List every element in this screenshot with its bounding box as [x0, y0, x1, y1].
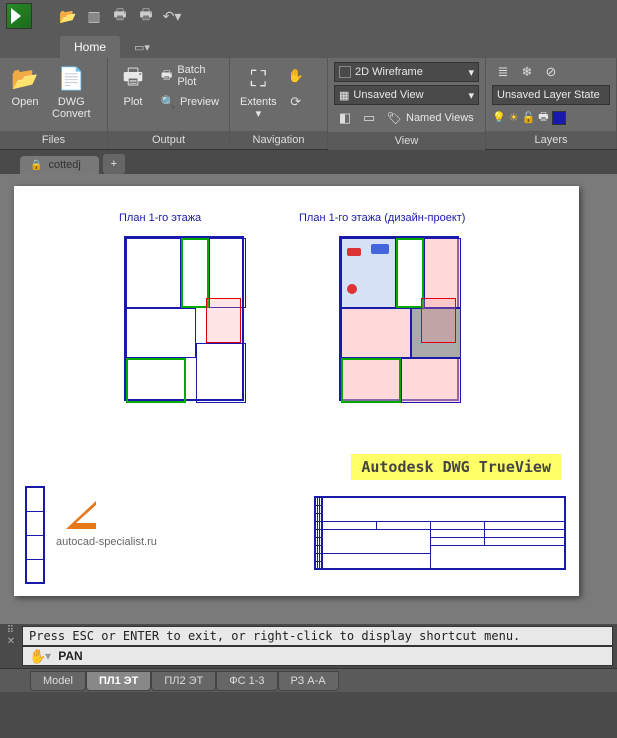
tab-home[interactable]: Home: [60, 36, 120, 58]
dwg-convert-label: DWG Convert: [52, 96, 91, 120]
command-area: ⠿✕ Press ESC or ENTER to exit, or right-…: [0, 624, 617, 668]
open-label: Open: [12, 96, 39, 108]
command-input[interactable]: ✋ ▾ PAN: [22, 646, 613, 666]
view-front-icon[interactable]: ▭: [358, 108, 380, 128]
layer-props-icon[interactable]: ≣: [492, 62, 514, 82]
command-current: PAN: [58, 649, 82, 663]
wireframe-icon: [339, 66, 351, 78]
document-icon: 📄: [56, 64, 86, 94]
pan-icon[interactable]: ✋: [285, 66, 307, 86]
bulb-on-icon[interactable]: 💡: [492, 111, 506, 124]
layout-tab-model[interactable]: Model: [30, 671, 86, 691]
new-tab-button[interactable]: +: [103, 154, 125, 174]
floor-plan-2: [339, 236, 459, 401]
panel-output-label: Output: [108, 131, 229, 149]
folder-open-icon: 📂: [10, 64, 40, 94]
preview-label: Preview: [180, 96, 219, 108]
panel-output: 🖶 Plot 🖶 Batch Plot 🔍 Preview Output: [108, 58, 230, 149]
named-views-button[interactable]: 🏷 Named Views: [382, 108, 479, 128]
site-logo: [66, 501, 96, 529]
panel-layers-label: Layers: [486, 131, 616, 149]
view-cube-icon[interactable]: ◧: [334, 108, 356, 128]
layout-tab-rz[interactable]: РЗ А-А: [278, 671, 339, 691]
lock-icon: 🔒: [30, 160, 42, 171]
layer-freeze-icon[interactable]: ❄: [516, 62, 538, 82]
layout-tab-strip: Model ПЛ1 ЭТ ПЛ2 ЭТ ФС 1-3 РЗ А-А: [0, 668, 617, 692]
lock-open-icon[interactable]: 🔓: [522, 111, 536, 124]
panel-navigation-label: Navigation: [230, 131, 327, 149]
title-block: [314, 496, 566, 570]
open-button[interactable]: 📂 Open: [6, 62, 44, 110]
panel-view: 2D Wireframe ▾ ▦ Unsaved View ▾ ◧ ▭ 🏷 Named…: [328, 58, 486, 149]
sun-icon[interactable]: ☀: [509, 111, 519, 124]
ribbon: 📂 Open 📄 DWG Convert Files 🖶 Plot 🖶 Batc…: [0, 58, 617, 150]
document-tab-label: cottedj: [48, 159, 80, 171]
site-url: autocad-specialist.ru: [56, 536, 157, 548]
command-hint: Press ESC or ENTER to exit, or right-cli…: [22, 626, 613, 646]
view-icon: ▦: [339, 89, 349, 102]
batch-quick-icon[interactable]: 🖶: [134, 4, 158, 28]
visual-style-dropdown[interactable]: 2D Wireframe ▾: [334, 62, 479, 82]
sheet-icon[interactable]: ▥: [82, 4, 106, 28]
layout-tab-fs[interactable]: ФС 1-3: [216, 671, 277, 691]
tab-add-icon[interactable]: ▭▾: [120, 37, 164, 58]
plot-button[interactable]: 🖶 Plot: [114, 62, 152, 110]
document-tab[interactable]: 🔒 cottedj: [20, 156, 99, 174]
panel-view-label: View: [328, 132, 485, 150]
pan-hand-icon: ✋: [29, 648, 45, 665]
plan1-title: План 1-го этажа: [119, 212, 201, 224]
open-folder-icon[interactable]: 📂: [56, 4, 80, 28]
layout-tab-pl1[interactable]: ПЛ1 ЭТ: [86, 671, 151, 691]
layer-off-icon[interactable]: ⊘: [540, 62, 562, 82]
app-logo-icon[interactable]: [6, 3, 32, 29]
plot-quick-icon[interactable]: 🖶: [108, 4, 132, 28]
panel-navigation: ⛶ Extents▾ ✋ ⟳ Navigation: [230, 58, 328, 149]
quick-access-toolbar: 📂 ▥ 🖶 🖶 ↶▾: [0, 0, 617, 32]
undo-icon[interactable]: ↶▾: [160, 4, 184, 28]
dwg-convert-button[interactable]: 📄 DWG Convert: [48, 62, 95, 122]
batch-plot-label: Batch Plot: [177, 64, 219, 88]
extents-button[interactable]: ⛶ Extents▾: [236, 62, 281, 122]
document-tab-strip: 🔒 cottedj +: [0, 150, 617, 174]
side-block: [25, 486, 45, 584]
plan2-title: План 1-го этажа (дизайн-проект): [299, 212, 465, 224]
layout-tab-pl2[interactable]: ПЛ2 ЭТ: [151, 671, 216, 691]
batch-plot-icon: 🖶: [160, 68, 173, 84]
chevron-down-icon: ▾: [468, 66, 474, 79]
saved-view-dropdown[interactable]: ▦ Unsaved View ▾: [334, 85, 479, 105]
preview-button[interactable]: 🔍 Preview: [156, 92, 223, 112]
chevron-down-icon: ▾: [468, 89, 474, 102]
plot-layer-icon[interactable]: 🖶: [538, 108, 548, 127]
visual-style-value: 2D Wireframe: [355, 66, 423, 78]
orbit-icon[interactable]: ⟳: [285, 92, 307, 112]
layer-color-swatch[interactable]: [552, 111, 566, 125]
drawing-workspace[interactable]: План 1-го этажа План 1-го этажа (дизайн-…: [0, 174, 617, 624]
named-views-icon: 🏷: [386, 110, 402, 126]
batch-plot-button[interactable]: 🖶 Batch Plot: [156, 62, 223, 90]
ribbon-tab-strip: Home ▭▾: [0, 32, 617, 58]
panel-files: 📂 Open 📄 DWG Convert Files: [0, 58, 108, 149]
extents-label: Extents▾: [240, 96, 277, 120]
plot-label: Plot: [124, 96, 143, 108]
floor-plan-1: [124, 236, 244, 401]
layer-state-dropdown[interactable]: Unsaved Layer State: [492, 85, 610, 105]
watermark: Autodesk DWG TrueView: [351, 454, 561, 480]
layer-state-value: Unsaved Layer State: [497, 89, 600, 101]
extents-icon: ⛶: [243, 64, 273, 94]
paper-sheet: План 1-го этажа План 1-го этажа (дизайн-…: [14, 186, 579, 596]
preview-icon: 🔍: [160, 94, 176, 110]
printer-icon: 🖶: [118, 64, 148, 94]
panel-layers: ≣ ❄ ⊘ Unsaved Layer State 💡 ☀ 🔓 🖶 Layers: [486, 58, 617, 149]
command-drag-handle[interactable]: ⠿✕: [4, 625, 18, 647]
panel-files-label: Files: [0, 131, 107, 149]
saved-view-value: Unsaved View: [353, 89, 423, 101]
named-views-label: Named Views: [406, 112, 474, 124]
